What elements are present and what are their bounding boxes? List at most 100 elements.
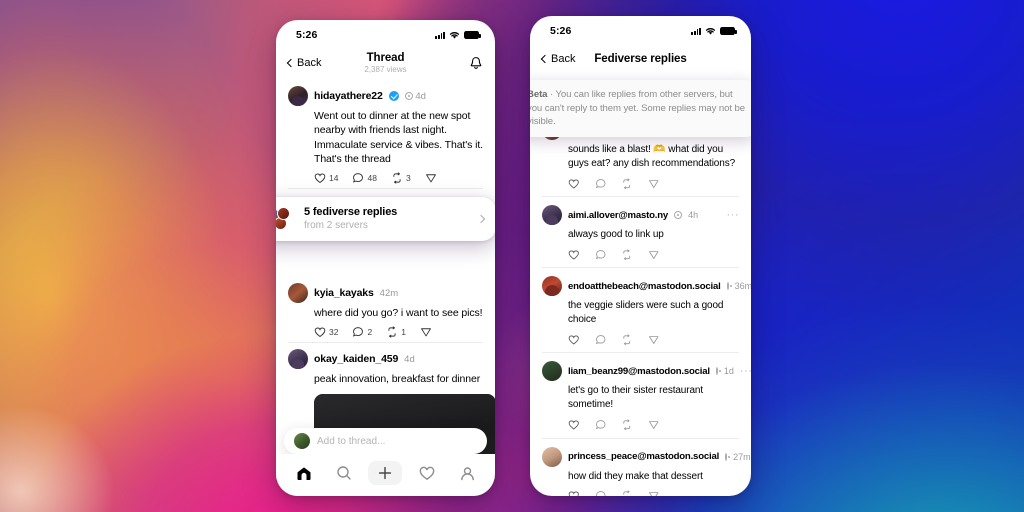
- beta-message: You can like replies from other servers,…: [530, 89, 745, 128]
- reply-body: peak innovation, breakfast for dinner: [314, 373, 481, 386]
- reply-button[interactable]: [595, 490, 607, 496]
- compose-bar[interactable]: Add to thread...: [284, 428, 487, 454]
- reply-button[interactable]: 48: [352, 172, 377, 184]
- repost-button[interactable]: [621, 177, 633, 190]
- comment-icon: [353, 327, 364, 337]
- fediverse-handle[interactable]: princess_peace@mastodon.social: [568, 451, 719, 462]
- reply-time: 4d: [404, 353, 415, 365]
- avatar[interactable]: [542, 205, 562, 226]
- heart-icon: [568, 250, 579, 260]
- avatar[interactable]: [288, 349, 308, 370]
- activity-tab[interactable]: [412, 461, 442, 485]
- fediverse-handle[interactable]: endoatthebeach@mastodon.social: [568, 281, 721, 292]
- reply-button[interactable]: 2: [352, 326, 372, 338]
- reply-time: 42m: [379, 287, 399, 299]
- fediverse-body: the veggie sliders were such a good choi…: [568, 300, 724, 326]
- repost-icon: [623, 334, 631, 346]
- like-count: 32: [329, 327, 339, 338]
- wifi-icon: [449, 31, 460, 39]
- fediverse-actions: [568, 334, 739, 346]
- nav-bar-right: Back Fediverse replies: [530, 42, 751, 76]
- share-icon: [648, 421, 658, 430]
- fediverse-handle[interactable]: liam_beanz99@mastodon.social: [568, 366, 710, 377]
- avatar[interactable]: [288, 86, 308, 106]
- repost-button[interactable]: [621, 419, 633, 431]
- bell-icon[interactable]: [469, 56, 483, 71]
- like-button[interactable]: [568, 490, 580, 496]
- comment-icon: [595, 491, 605, 496]
- fediverse-badge-icon: [404, 91, 413, 100]
- comment-icon: [595, 250, 605, 260]
- reply-username[interactable]: kyia_kayaks: [314, 287, 374, 299]
- reply-button[interactable]: [595, 249, 607, 261]
- like-button[interactable]: 32: [314, 326, 338, 338]
- fediverse-reply-header: princess_peace@mastodon.social 27m ···: [542, 446, 751, 467]
- avatar: [294, 433, 310, 449]
- more-horizontal-icon[interactable]: ···: [740, 366, 751, 377]
- search-icon: [336, 466, 351, 480]
- like-button[interactable]: [568, 334, 580, 346]
- repost-button[interactable]: [621, 490, 633, 496]
- like-button[interactable]: [568, 419, 580, 431]
- repost-button[interactable]: 1: [386, 326, 406, 338]
- fediverse-reply-item: liam_beanz99@mastodon.social 1d ··· let'…: [542, 353, 751, 437]
- beta-badge: Beta: [530, 89, 548, 100]
- fediverse-time: 36m: [734, 281, 751, 292]
- profile-tab[interactable]: [452, 461, 482, 485]
- share-button[interactable]: [648, 178, 660, 190]
- heart-icon: [314, 173, 326, 184]
- share-button[interactable]: [648, 419, 660, 431]
- battery-full-icon: [464, 31, 481, 39]
- fediverse-time: 1d: [723, 366, 734, 377]
- fediverse-replies-card[interactable]: 5 fediverse replies from 2 servers: [276, 197, 495, 241]
- share-button[interactable]: [420, 326, 432, 338]
- fediverse-body: let's go to their sister restaurant some…: [568, 385, 703, 411]
- reply-username[interactable]: okay_kaiden_459: [314, 353, 398, 365]
- verified-badge-icon: [388, 91, 399, 101]
- share-button[interactable]: [648, 334, 660, 346]
- back-button[interactable]: Back: [286, 57, 321, 69]
- repost-button[interactable]: 3: [391, 172, 411, 184]
- heart-icon: [568, 335, 579, 345]
- avatar[interactable]: [542, 361, 562, 382]
- fediverse-reply-header: liam_beanz99@mastodon.social 1d ···: [542, 361, 751, 382]
- repost-button[interactable]: [621, 249, 633, 261]
- root-post-meta: 4d: [404, 91, 426, 102]
- fediverse-card-text: 5 fediverse replies from 2 servers: [304, 206, 397, 231]
- reply-button[interactable]: [595, 419, 607, 431]
- reply-button[interactable]: [595, 334, 607, 346]
- share-icon: [648, 336, 658, 344]
- root-post-username[interactable]: hidayathere22: [314, 90, 383, 102]
- avatar[interactable]: [288, 283, 308, 304]
- fediverse-body: always good to link up: [568, 229, 664, 241]
- fediverse-card-subtitle: from 2 servers: [304, 220, 368, 231]
- signal-bars-icon: [435, 31, 445, 39]
- like-button[interactable]: 14: [314, 172, 338, 184]
- fediverse-badge-icon: [725, 452, 731, 461]
- search-tab[interactable]: [329, 461, 359, 485]
- avatar: [277, 206, 290, 220]
- create-tab[interactable]: [368, 461, 403, 485]
- fediverse-reply-item: endoatthebeach@mastodon.social 36m ··· t…: [542, 268, 751, 352]
- back-button[interactable]: Back: [540, 53, 575, 65]
- reply-header: okay_kaiden_459 4d: [288, 349, 483, 370]
- status-icons: [435, 31, 481, 40]
- repost-button[interactable]: [621, 334, 633, 346]
- more-horizontal-icon[interactable]: ···: [727, 210, 740, 221]
- background-highlight: [0, 0, 1024, 512]
- share-button[interactable]: [648, 490, 660, 496]
- avatar[interactable]: [542, 446, 562, 467]
- root-post-actions: 14 48 3: [314, 172, 483, 184]
- share-button[interactable]: [425, 172, 437, 184]
- home-tab[interactable]: [289, 461, 319, 485]
- fediverse-body: sounds like a blast! 🫶 what did you guys…: [568, 144, 736, 169]
- status-time: 5:26: [550, 25, 572, 37]
- like-button[interactable]: [568, 249, 580, 261]
- avatar[interactable]: [542, 276, 562, 297]
- chevron-left-icon: [540, 54, 550, 64]
- fediverse-actions: [568, 419, 739, 431]
- like-button[interactable]: [568, 178, 580, 190]
- reply-button[interactable]: [595, 178, 607, 190]
- share-button[interactable]: [648, 249, 660, 261]
- fediverse-handle[interactable]: aimi.allover@masto.ny: [568, 210, 668, 221]
